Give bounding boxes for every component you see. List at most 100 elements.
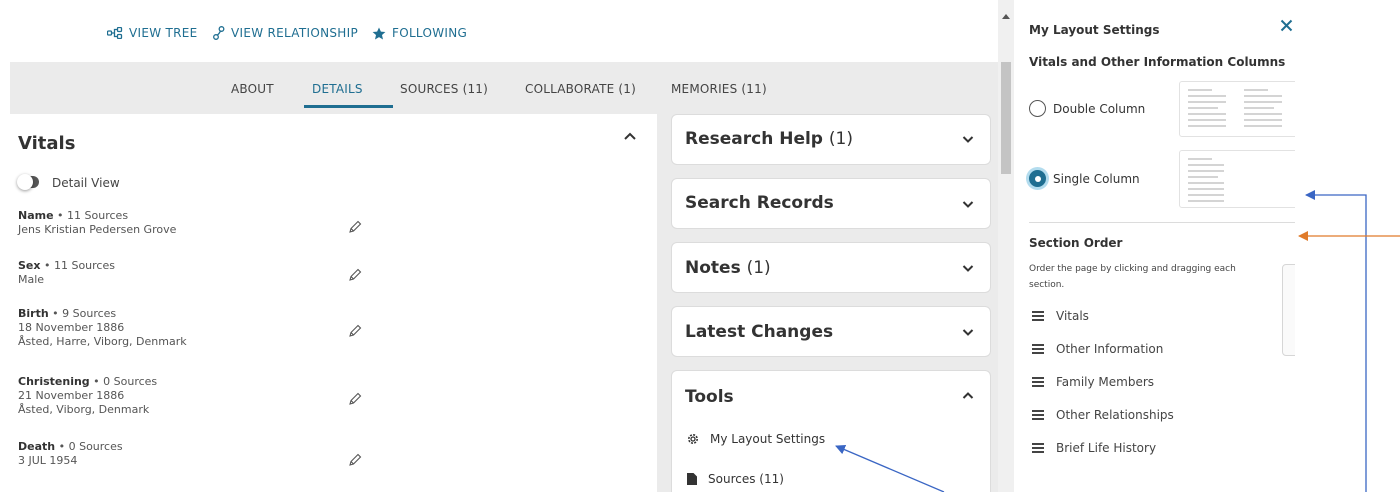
single-column-option[interactable]: Single Column bbox=[1029, 170, 1140, 187]
edit-pencil-icon[interactable] bbox=[348, 453, 362, 467]
card-title-text: Research Help bbox=[685, 129, 823, 149]
vital-date: 21 November 1886 bbox=[18, 389, 125, 402]
vital-sources: 0 Sources bbox=[103, 375, 158, 388]
drag-handle-icon[interactable] bbox=[1032, 377, 1044, 387]
section-order-title: Section Order bbox=[1029, 236, 1123, 250]
single-column-radio[interactable] bbox=[1029, 170, 1046, 187]
notes-card[interactable]: Notes (1) bbox=[671, 242, 991, 293]
tool-label: My Layout Settings bbox=[710, 432, 826, 446]
section-item-other-relationships[interactable]: Other Relationships bbox=[1032, 408, 1174, 422]
section-item-brief-life-history[interactable]: Brief Life History bbox=[1032, 441, 1156, 455]
vital-sources: 11 Sources bbox=[53, 259, 115, 272]
view-relationship-label: VIEW RELATIONSHIP bbox=[231, 26, 358, 40]
edit-pencil-icon[interactable] bbox=[348, 268, 362, 282]
vital-label: Sex bbox=[18, 259, 41, 272]
drag-handle-icon[interactable] bbox=[1032, 443, 1044, 453]
vital-date: 18 November 1886 bbox=[18, 321, 125, 334]
drag-handle-icon[interactable] bbox=[1032, 311, 1044, 321]
vitals-title: Vitals bbox=[18, 133, 76, 154]
vital-label: Christening bbox=[18, 375, 90, 388]
layout-settings-panel: My Layout Settings Vitals and Other Info… bbox=[1014, 0, 1295, 492]
following-link[interactable]: FOLLOWING bbox=[372, 26, 467, 40]
vital-sources: 0 Sources bbox=[68, 440, 123, 453]
drag-preview-card bbox=[1282, 264, 1295, 356]
latest-changes-card[interactable]: Latest Changes bbox=[671, 306, 991, 357]
section-label: Other Information bbox=[1056, 342, 1164, 356]
vital-date: 3 JUL 1954 bbox=[18, 454, 78, 467]
chevron-down-icon[interactable] bbox=[962, 264, 974, 273]
section-item-family-members[interactable]: Family Members bbox=[1032, 375, 1154, 389]
vital-christening: Christening • 0 Sources 21 November 1886… bbox=[18, 375, 158, 416]
vital-place: Åsted, Harre, Viborg, Denmark bbox=[18, 335, 187, 348]
vital-birth: Birth • 9 Sources 18 November 1886 Åsted… bbox=[18, 307, 187, 348]
card-title: Tools bbox=[685, 387, 734, 407]
tab-about[interactable]: ABOUT bbox=[231, 82, 274, 96]
chevron-down-icon[interactable] bbox=[962, 328, 974, 337]
chevron-down-icon[interactable] bbox=[962, 200, 974, 209]
tab-collaborate[interactable]: COLLABORATE (1) bbox=[525, 82, 636, 96]
my-layout-settings-link[interactable]: My Layout Settings bbox=[686, 432, 825, 446]
tab-details[interactable]: DETAILS bbox=[312, 82, 363, 96]
view-tree-link[interactable]: VIEW TREE bbox=[107, 26, 198, 40]
section-item-other-information[interactable]: Other Information bbox=[1032, 342, 1163, 356]
arrow-to-single-column bbox=[1305, 190, 1367, 492]
vital-sources: 11 Sources bbox=[67, 209, 129, 222]
double-column-option[interactable]: Double Column bbox=[1029, 100, 1145, 117]
vital-value: Male bbox=[18, 273, 45, 286]
vital-name: Name • 11 Sources Jens Kristian Pedersen… bbox=[18, 209, 177, 236]
chevron-down-icon[interactable] bbox=[962, 135, 974, 144]
chevron-up-icon[interactable] bbox=[962, 391, 974, 400]
drag-handle-icon[interactable] bbox=[1032, 344, 1044, 354]
double-column-radio[interactable] bbox=[1029, 100, 1046, 117]
tab-memories[interactable]: MEMORIES (11) bbox=[671, 82, 767, 96]
card-title: Research Help (1) bbox=[685, 129, 853, 149]
relationship-icon bbox=[213, 26, 225, 40]
vital-place: Åsted, Viborg, Denmark bbox=[18, 403, 150, 416]
card-title-text: Tools bbox=[685, 387, 734, 407]
card-count: (1) bbox=[746, 258, 771, 278]
star-icon bbox=[372, 27, 386, 39]
document-icon bbox=[687, 473, 697, 485]
active-tab-indicator bbox=[304, 105, 393, 108]
vitals-card: Vitals Detail View Name • 11 Sources Jen… bbox=[10, 114, 657, 492]
double-column-preview bbox=[1179, 81, 1295, 137]
card-title-text: Search Records bbox=[685, 193, 834, 213]
columns-heading: Vitals and Other Information Columns bbox=[1029, 55, 1286, 69]
following-label: FOLLOWING bbox=[392, 26, 468, 40]
card-count: (1) bbox=[828, 129, 853, 149]
detail-view-toggle[interactable] bbox=[17, 174, 39, 190]
section-label: Family Members bbox=[1056, 375, 1155, 389]
edit-pencil-icon[interactable] bbox=[348, 324, 362, 338]
single-column-preview bbox=[1179, 150, 1295, 208]
card-title-text: Notes bbox=[685, 258, 741, 278]
tools-card: Tools My Layout Settings Sources (11) bbox=[671, 370, 991, 492]
edit-pencil-icon[interactable] bbox=[348, 392, 362, 406]
research-help-card[interactable]: Research Help (1) bbox=[671, 114, 991, 165]
sources-tool-link[interactable]: Sources (11) bbox=[686, 472, 784, 486]
drag-handle-icon[interactable] bbox=[1032, 410, 1044, 420]
close-icon[interactable] bbox=[1280, 19, 1293, 32]
card-title: Notes (1) bbox=[685, 258, 771, 278]
page-scrollbar[interactable] bbox=[998, 0, 1014, 492]
vital-sex: Sex • 11 Sources Male bbox=[18, 259, 115, 286]
scroll-thumb[interactable] bbox=[1001, 62, 1011, 174]
section-item-vitals[interactable]: Vitals bbox=[1032, 309, 1089, 323]
section-order-description: Order the page by clicking and dragging … bbox=[1029, 264, 1236, 290]
section-label: Other Relationships bbox=[1056, 408, 1174, 422]
vital-sources: 9 Sources bbox=[62, 307, 117, 320]
chevron-up-icon[interactable] bbox=[623, 131, 637, 141]
vital-label: Name bbox=[18, 209, 54, 222]
option-label: Double Column bbox=[1053, 101, 1146, 116]
view-relationship-link[interactable]: VIEW RELATIONSHIP bbox=[213, 26, 358, 40]
person-actions-bar: VIEW TREE VIEW RELATIONSHIP FOLLOWING bbox=[0, 0, 1000, 62]
edit-pencil-icon[interactable] bbox=[348, 220, 362, 234]
section-label: Vitals bbox=[1056, 309, 1089, 323]
search-records-card[interactable]: Search Records bbox=[671, 178, 991, 229]
tab-sources[interactable]: SOURCES (11) bbox=[400, 82, 488, 96]
tool-label: Sources (11) bbox=[708, 472, 784, 486]
vital-label: Death bbox=[18, 440, 56, 453]
option-label: Single Column bbox=[1053, 171, 1140, 186]
card-title-text: Latest Changes bbox=[685, 322, 834, 342]
scroll-up-arrow-icon[interactable] bbox=[1002, 14, 1010, 19]
section-label: Brief Life History bbox=[1056, 441, 1157, 455]
